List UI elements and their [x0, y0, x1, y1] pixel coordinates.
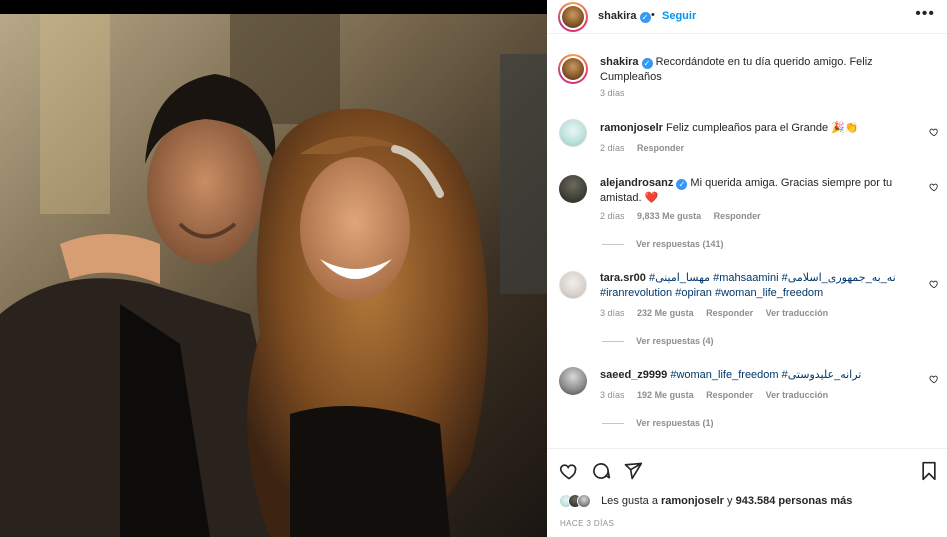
commenter-avatar[interactable]	[559, 367, 587, 395]
paper-plane-icon[interactable]	[623, 461, 643, 481]
post-viewer: shakira ✓ • Seguir ••• shakira ✓ Recordánd…	[0, 0, 947, 537]
post-sidebar: shakira ✓ • Seguir ••• shakira ✓ Recordánd…	[547, 0, 947, 537]
comment-text: ramonjoselr Feliz cumpleaños para el Gra…	[600, 121, 920, 136]
likes-user[interactable]: ramonjoselr	[661, 495, 724, 507]
comment-time[interactable]: 3 días	[600, 308, 625, 318]
view-replies-button[interactable]: Ver respuestas (4)	[602, 336, 714, 346]
comment-likes[interactable]: 232 Me gusta	[637, 308, 694, 318]
hashtag-link[interactable]: #ترانه_علیدوستی	[782, 369, 862, 381]
commenter-avatar[interactable]	[559, 271, 587, 299]
separator-dot: •	[651, 9, 655, 21]
reply-button[interactable]: Responder	[637, 143, 684, 153]
author-username[interactable]: shakira ✓	[598, 10, 651, 23]
caption-meta: 3 días	[600, 88, 635, 98]
post-photo-illustration	[0, 14, 547, 537]
caption-body: Recordándote en tu día querido amigo. Fe…	[600, 56, 873, 83]
likes-text: Les gusta a ramonjoselr y 943.584 person…	[601, 495, 852, 507]
hashtag-link[interactable]: #woman_life_freedom	[715, 287, 823, 299]
post-time[interactable]: HACE 3 DÍAS	[560, 519, 614, 528]
heart-icon[interactable]	[559, 461, 579, 481]
comment-item: ramonjoselr Feliz cumpleaños para el Gra…	[547, 117, 947, 161]
comment-meta: 3 días 232 Me gusta Responder Ver traduc…	[600, 308, 838, 318]
hashtag-link[interactable]: #نه_به_جمهوری_اسلامی	[782, 272, 896, 284]
liker-avatar	[577, 494, 591, 508]
commenter-avatar[interactable]	[559, 119, 587, 147]
post-photo[interactable]	[0, 14, 547, 537]
hashtag-link[interactable]: #مهسا_امینی	[649, 272, 710, 284]
translate-button[interactable]: Ver traducción	[766, 308, 829, 318]
more-options-icon[interactable]: •••	[915, 5, 935, 23]
comment-time[interactable]: 2 días	[600, 211, 625, 221]
reply-button[interactable]: Responder	[706, 390, 753, 400]
caption-time[interactable]: 3 días	[600, 88, 625, 98]
likes-summary[interactable]: Les gusta a ramonjoselr y 943.584 person…	[559, 494, 852, 512]
author-avatar[interactable]	[558, 2, 588, 32]
likes-count[interactable]: 943.584 personas más	[736, 495, 853, 507]
hashtag-link[interactable]: #iranrevolution	[600, 287, 672, 299]
small-heart-icon[interactable]	[929, 182, 939, 192]
comment-item: alejandrosanz ✓ Mi querida amiga. Gracias…	[547, 173, 947, 259]
caption-text: shakira ✓ Recordándote en tu día querido …	[600, 55, 920, 85]
likes-prefix: Les gusta a	[601, 495, 658, 507]
verified-badge-icon: ✓	[676, 179, 688, 190]
bookmark-icon[interactable]	[919, 461, 939, 481]
small-heart-icon[interactable]	[929, 374, 939, 384]
post-header: shakira ✓ • Seguir •••	[547, 0, 947, 34]
follow-button[interactable]: Seguir	[662, 10, 696, 22]
translate-button[interactable]: Ver traducción	[766, 390, 829, 400]
comment-text: alejandrosanz ✓ Mi querida amiga. Gracias…	[600, 176, 920, 206]
comment-meta: 3 días 192 Me gusta Responder Ver traduc…	[600, 390, 838, 400]
small-heart-icon[interactable]	[929, 127, 939, 137]
comment-text: saeed_z9999 #woman_life_freedom #ترانه_ع…	[600, 368, 920, 383]
view-replies-button[interactable]: Ver respuestas (1)	[602, 418, 714, 428]
hashtag-link[interactable]: #opiran	[675, 287, 712, 299]
comment-time[interactable]: 2 días	[600, 143, 625, 153]
comment-username[interactable]: tara.sr00	[600, 272, 646, 284]
comment-username[interactable]: alejandrosanz	[600, 177, 673, 189]
comment-icon[interactable]	[591, 461, 611, 481]
comment-meta: 2 días 9,833 Me gusta Responder	[600, 211, 771, 221]
likes-conjunction: y	[727, 495, 733, 507]
caption-avatar[interactable]	[558, 54, 588, 84]
reply-button[interactable]: Responder	[714, 211, 761, 221]
comment-body: Feliz cumpleaños para el Grande 🎉👏	[666, 122, 859, 134]
comment-meta: 2 días Responder	[600, 143, 694, 153]
hashtag-link[interactable]: #mahsaamini	[713, 272, 778, 284]
comment-username[interactable]: ramonjoselr	[600, 122, 663, 134]
reply-button[interactable]: Responder	[706, 308, 753, 318]
comment-item: saeed_z9999 #woman_life_freedom #ترانه_ع…	[547, 365, 947, 435]
comment-username[interactable]: saeed_z9999	[600, 369, 667, 381]
small-heart-icon[interactable]	[929, 279, 939, 289]
caption-username[interactable]: shakira	[600, 56, 639, 68]
commenter-avatar[interactable]	[559, 175, 587, 203]
comment-time[interactable]: 3 días	[600, 390, 625, 400]
comment-likes[interactable]: 192 Me gusta	[637, 390, 694, 400]
post-actions	[547, 448, 947, 492]
comment-likes[interactable]: 9,833 Me gusta	[637, 211, 701, 221]
hashtag-link[interactable]: #woman_life_freedom	[670, 369, 778, 381]
caption: shakira ✓ Recordándote en tu día querido …	[547, 48, 947, 102]
view-replies-button[interactable]: Ver respuestas (141)	[602, 239, 724, 249]
author-username-text[interactable]: shakira	[598, 10, 637, 22]
verified-badge-icon: ✓	[641, 58, 653, 69]
comment-text: tara.sr00 #مهسا_امینی #mahsaamini #نه_به…	[600, 271, 920, 301]
comment-item: tara.sr00 #مهسا_امینی #mahsaamini #نه_به…	[547, 269, 947, 353]
verified-badge-icon: ✓	[639, 12, 651, 23]
